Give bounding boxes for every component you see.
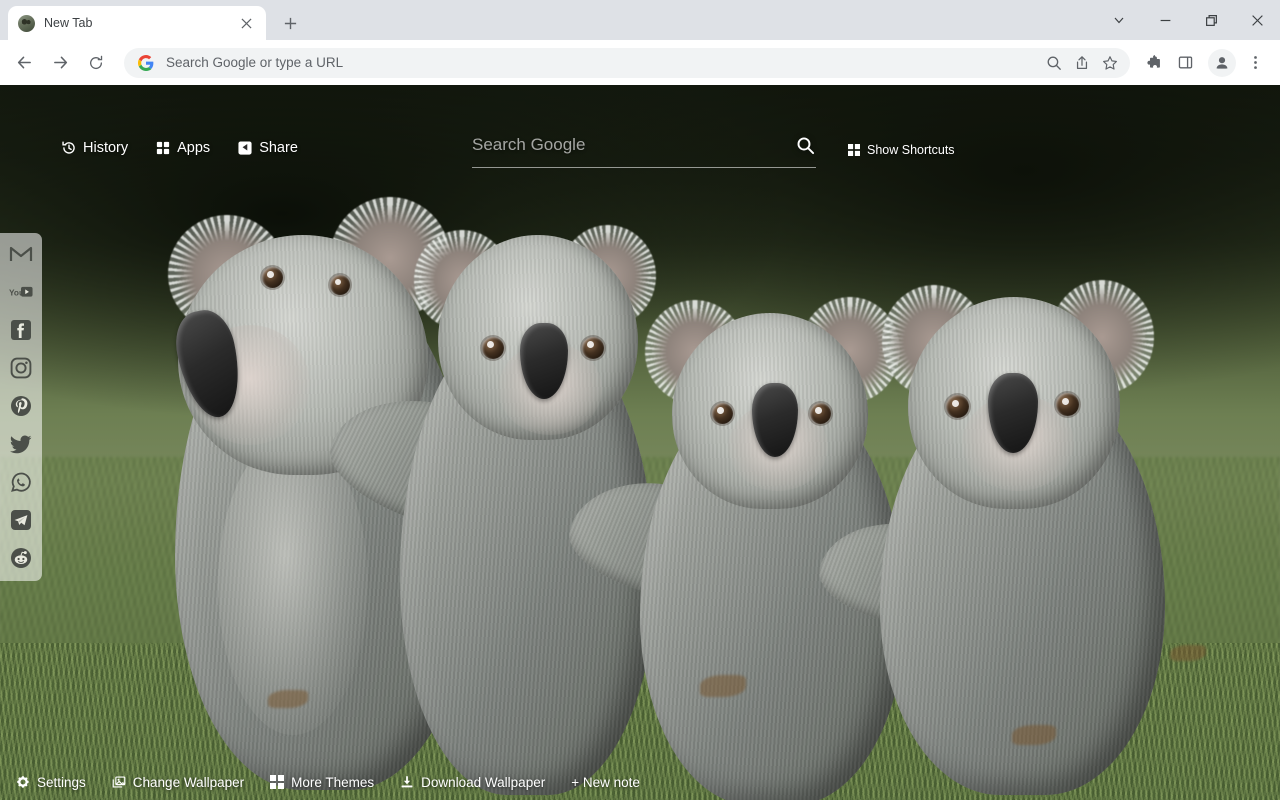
quick-link-label: History	[83, 140, 129, 156]
telegram-icon[interactable]	[8, 507, 34, 533]
whatsapp-icon[interactable]	[8, 469, 34, 495]
bookmark-star-icon[interactable]	[1096, 49, 1124, 77]
ntp-search[interactable]: Search Google	[472, 131, 816, 168]
download-icon	[401, 776, 413, 788]
settings-button[interactable]: Settings	[16, 775, 86, 790]
quick-link-apps[interactable]: Apps	[156, 140, 210, 156]
new-tab-page: History Apps Share Search Google Show Sh…	[0, 85, 1280, 800]
quick-link-history[interactable]: History	[62, 140, 128, 156]
gear-icon	[17, 776, 29, 788]
search-input[interactable]: Search Google	[472, 135, 794, 155]
koala-favicon	[18, 14, 35, 32]
share-node-icon	[238, 141, 252, 155]
photos-stack-icon	[112, 776, 126, 788]
quick-links: History Apps Share	[62, 137, 298, 159]
gmail-icon[interactable]	[8, 241, 34, 267]
ntp-bottom-bar: Settings Change Wallpaper More Themes Do…	[0, 764, 1280, 800]
google-g-icon	[138, 54, 154, 71]
side-panel-icon[interactable]	[1170, 48, 1200, 78]
wallpaper-image	[0, 85, 1280, 800]
close-icon[interactable]	[1234, 3, 1280, 37]
show-shortcuts-toggle[interactable]: Show Shortcuts	[848, 143, 955, 157]
reddit-icon[interactable]	[8, 545, 34, 571]
apps-grid-icon	[157, 141, 170, 155]
quick-link-label: Apps	[177, 140, 211, 156]
more-themes-label: More Themes	[291, 774, 375, 790]
more-themes-button[interactable]: More Themes	[270, 775, 374, 790]
grid-squares-icon	[270, 775, 285, 789]
show-shortcuts-label: Show Shortcuts	[867, 143, 955, 157]
profile-avatar-icon[interactable]	[1208, 48, 1236, 77]
facebook-icon[interactable]	[8, 317, 34, 343]
reload-icon[interactable]	[80, 47, 112, 79]
new-note-button[interactable]: + New note	[571, 775, 640, 790]
download-wallpaper-button[interactable]: Download Wallpaper	[400, 775, 545, 790]
change-wallpaper-label: Change Wallpaper	[132, 774, 245, 790]
window-controls	[1096, 0, 1280, 40]
forward-arrow-icon[interactable]	[44, 47, 76, 79]
download-wallpaper-label: Download Wallpaper	[421, 774, 546, 790]
omnibox-placeholder: Search Google or type a URL	[166, 55, 344, 70]
browser-toolbar: Search Google or type a URL	[0, 40, 1280, 85]
pinterest-icon[interactable]	[8, 393, 34, 419]
magnifier-icon[interactable]	[794, 134, 816, 156]
search-underline	[472, 167, 816, 168]
back-arrow-icon[interactable]	[8, 47, 40, 79]
twitter-bird-icon[interactable]	[8, 431, 34, 457]
browser-window: New Tab Search Google or type a URL Hist…	[0, 0, 1280, 800]
minimize-icon[interactable]	[1142, 3, 1188, 37]
chrome-menu-icon[interactable]	[1240, 48, 1270, 78]
grid-squares-icon	[848, 144, 860, 156]
tab-strip: New Tab	[0, 0, 1280, 40]
quick-link-label: Share	[259, 140, 298, 156]
history-clock-icon	[62, 141, 75, 154]
tab-title: New Tab	[44, 16, 93, 30]
restore-icon[interactable]	[1188, 3, 1234, 37]
extensions-puzzle-icon[interactable]	[1138, 48, 1168, 78]
close-icon[interactable]	[236, 13, 256, 33]
browser-tab[interactable]: New Tab	[8, 6, 266, 40]
omnibox[interactable]: Search Google or type a URL	[124, 47, 1130, 78]
change-wallpaper-button[interactable]: Change Wallpaper	[112, 775, 244, 790]
youtube-icon[interactable]: You	[8, 279, 34, 305]
new-note-label: + New note	[571, 774, 640, 790]
social-dock: You	[0, 233, 42, 581]
zoom-search-icon[interactable]	[1040, 49, 1068, 77]
quick-link-share[interactable]: Share	[238, 140, 298, 156]
share-icon[interactable]	[1068, 49, 1096, 77]
new-tab-button[interactable]	[276, 9, 304, 37]
settings-label: Settings	[37, 774, 86, 790]
chevron-down-icon[interactable]	[1096, 3, 1142, 37]
instagram-icon[interactable]	[8, 355, 34, 381]
